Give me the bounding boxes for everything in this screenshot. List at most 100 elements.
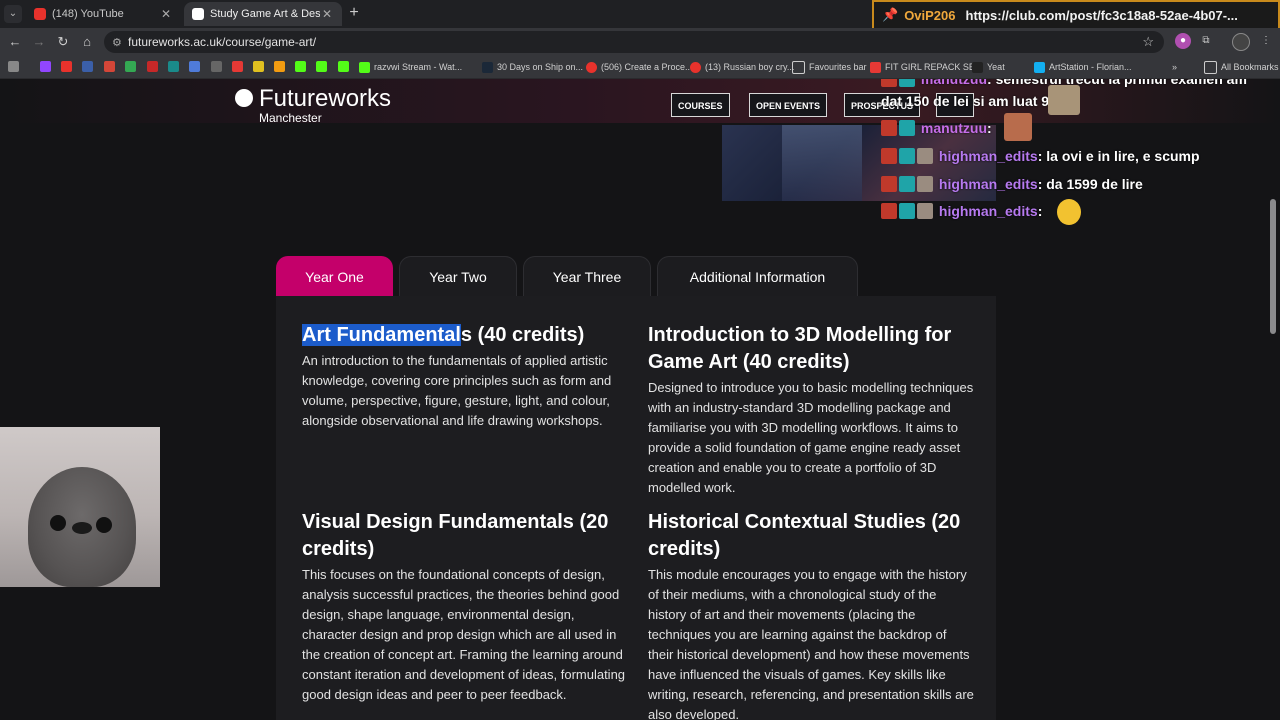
site-info-icon[interactable]: ⚙ — [112, 36, 122, 49]
bookmark-icon[interactable] — [274, 61, 285, 72]
site-logo[interactable]: Futureworks — [235, 85, 391, 113]
webcam-overlay — [0, 427, 160, 587]
bookmark-icon[interactable] — [82, 61, 93, 72]
avatar — [917, 176, 933, 192]
pin-icon: 📌 — [882, 7, 899, 22]
youtube-icon — [34, 8, 46, 20]
all-bookmarks-folder[interactable]: All Bookmarks — [1204, 59, 1279, 75]
page-scrollbar[interactable] — [1270, 199, 1276, 334]
bookmark-icon — [870, 61, 881, 73]
module-title: Historical Contextual Studies (20 credit… — [648, 511, 961, 560]
module-description: Designed to introduce you to basic model… — [648, 380, 974, 495]
emote-icon — [1004, 113, 1032, 141]
badge-icon — [899, 148, 915, 164]
emote-icon — [1048, 85, 1080, 115]
folder-icon — [792, 60, 805, 74]
bookmark-icon[interactable] — [168, 61, 179, 72]
module-visual-design-fundamentals: Visual Design Fundamentals (20 credits) … — [302, 509, 628, 705]
module-historical-contextual-studies: Historical Contextual Studies (20 credit… — [648, 509, 974, 720]
tab-search-button[interactable]: ⌄ — [4, 5, 22, 23]
bookmark-icon[interactable] — [189, 61, 200, 72]
bookmark-star-icon[interactable]: ☆ — [1142, 34, 1154, 50]
badge-icon — [881, 176, 897, 192]
artstation-icon — [1034, 61, 1045, 73]
maps-icon[interactable] — [125, 61, 136, 72]
tab-year-two[interactable]: Year Two — [399, 256, 517, 296]
bookmark-item[interactable]: ArtStation - Florian... — [1034, 59, 1132, 75]
reload-button[interactable]: ↻ — [54, 33, 72, 51]
web-page: Futureworks Manchester COURSES OPEN EVEN… — [0, 79, 1280, 720]
browser-tab-youtube[interactable]: (148) YouTube ✕ — [26, 2, 181, 26]
gmail-icon[interactable] — [104, 61, 115, 72]
module-title: Introduction to 3D Modelling for Game Ar… — [648, 324, 952, 373]
url-text: futureworks.ac.uk/course/game-art/ — [128, 35, 317, 49]
logo-subtitle: Manchester — [259, 111, 322, 125]
bookmark-icon[interactable] — [147, 61, 158, 72]
bookmark-icon[interactable] — [338, 61, 349, 72]
address-bar[interactable]: ⚙ futureworks.ac.uk/course/game-art/ ☆ — [104, 31, 1164, 53]
module-title: Art Fundamentals (40 credits) — [302, 324, 585, 346]
bookmark-icon[interactable] — [211, 61, 222, 72]
back-button[interactable]: ← — [6, 33, 24, 51]
badge-icon — [881, 203, 897, 219]
new-tab-button[interactable]: + — [345, 4, 363, 22]
module-3d-modelling: Introduction to 3D Modelling for Game Ar… — [648, 322, 974, 498]
chat-message-continuation: dat 150 de lei si am luat 9 — [881, 93, 1050, 109]
browser-tab-futureworks[interactable]: Study Game Art & Design BA (H ✕ — [184, 2, 342, 26]
apps-grid-icon[interactable] — [8, 61, 19, 72]
badge-icon — [881, 120, 897, 136]
home-button[interactable]: ⌂ — [78, 33, 96, 51]
youtube-icon[interactable] — [61, 61, 72, 72]
extensions-puzzle-icon[interactable]: ⧉ — [1198, 33, 1214, 49]
bookmark-folder[interactable]: Favourites bar — [792, 59, 867, 75]
badge-icon — [881, 79, 897, 87]
module-description: This focuses on the foundational concept… — [302, 567, 626, 702]
bookmark-icon — [972, 61, 983, 73]
steam-icon — [482, 61, 493, 73]
badge-icon — [899, 79, 915, 87]
chat-message: manutzuu: — [881, 120, 992, 136]
tab-additional-information[interactable]: Additional Information — [657, 256, 858, 296]
bookmark-item[interactable]: FIT GIRL REPACK SE... — [870, 59, 982, 75]
futureworks-logo-icon — [235, 89, 253, 107]
close-icon[interactable]: ✕ — [159, 7, 173, 21]
tab-year-one[interactable]: Year One — [276, 256, 393, 296]
chat-message: highman_edits: — [881, 203, 1042, 219]
bookmark-item[interactable]: razvwi Stream - Wat... — [359, 59, 462, 75]
kick-icon — [359, 61, 370, 73]
youtube-icon — [690, 61, 701, 73]
badge-icon — [881, 148, 897, 164]
module-description: This module encourages you to engage wit… — [648, 567, 974, 720]
bookmark-icon[interactable] — [316, 61, 327, 72]
youtube-icon — [586, 61, 597, 73]
chat-message: highman_edits: da 1599 de lire — [881, 176, 1143, 192]
badge-icon — [899, 203, 915, 219]
badge-icon — [899, 120, 915, 136]
close-icon[interactable]: ✕ — [320, 7, 334, 21]
nav-courses-button[interactable]: COURSES — [671, 93, 730, 117]
bookmark-item[interactable]: 30 Days on Ship on... — [482, 59, 583, 75]
browser-toolbar: ← → ↻ ⌂ ⚙ futureworks.ac.uk/course/game-… — [0, 28, 1280, 56]
avatar — [917, 203, 933, 219]
bookmark-item[interactable]: Yeat — [972, 59, 1005, 75]
futureworks-favicon-icon — [192, 8, 204, 20]
bookmark-icon[interactable] — [295, 61, 306, 72]
bookmarks-bar: razvwi Stream - Wat... 30 Days on Ship o… — [0, 56, 1280, 79]
nav-open-events-button[interactable]: OPEN EVENTS — [749, 93, 828, 117]
twitch-icon[interactable] — [40, 61, 51, 72]
bookmark-item[interactable]: (506) Create a Proce... — [586, 59, 693, 75]
bookmark-icon[interactable] — [232, 61, 243, 72]
bookmark-icon[interactable] — [253, 61, 264, 72]
module-description: An introduction to the fundamentals of a… — [302, 353, 612, 428]
module-title: Visual Design Fundamentals (20 credits) — [302, 511, 609, 560]
notification-user: OviP206 — [904, 7, 956, 23]
profile-avatar[interactable] — [1232, 33, 1250, 51]
menu-dots-icon[interactable]: ⋮ — [1258, 33, 1274, 49]
avatar — [917, 148, 933, 164]
forward-button[interactable]: → — [30, 33, 48, 51]
extension-icon[interactable]: ● — [1175, 33, 1191, 49]
folder-icon — [1204, 60, 1217, 74]
bookmark-item[interactable]: (13) Russian boy cry... — [690, 59, 794, 75]
tab-year-three[interactable]: Year Three — [523, 256, 651, 296]
bookmarks-overflow-icon[interactable]: » — [1172, 59, 1177, 75]
